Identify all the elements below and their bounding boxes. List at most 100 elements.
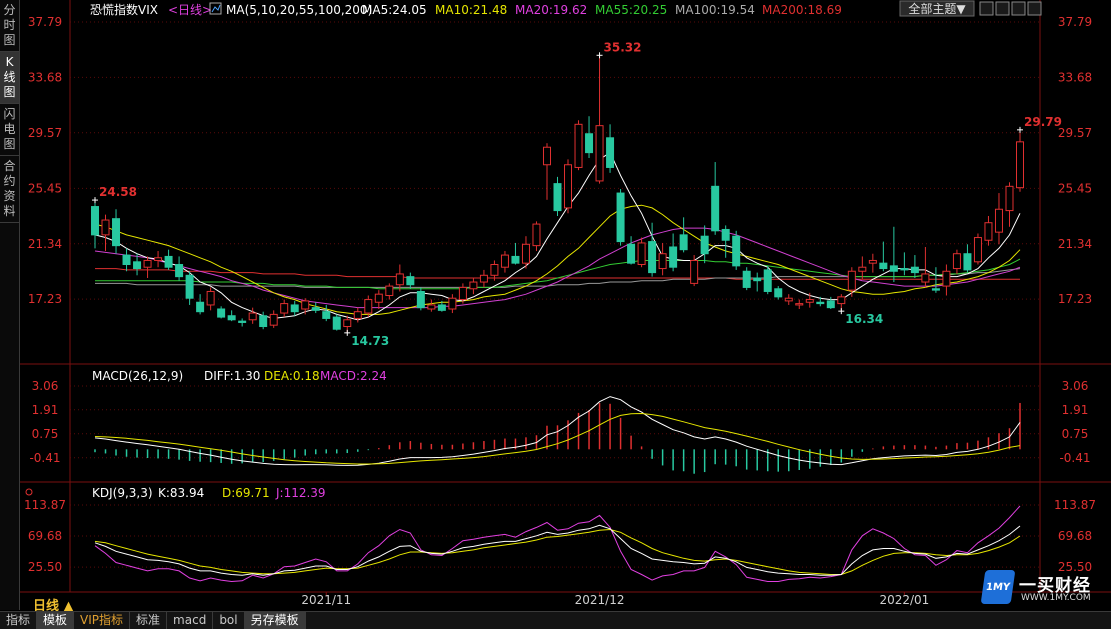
candle-body [154, 257, 163, 261]
candle-body [353, 311, 362, 319]
candle-body [795, 303, 804, 306]
candle-body [763, 269, 772, 292]
candle-body [259, 315, 268, 328]
sidebar-tab-2[interactable]: 闪电图 [0, 104, 19, 156]
candle-body [280, 303, 289, 314]
sidebar-tab-char: 图 [3, 85, 16, 99]
candle-body [448, 297, 457, 310]
candle-body [868, 259, 877, 264]
ma-value: MA200:18.69 [762, 3, 842, 17]
candle-body [837, 296, 846, 305]
kdj_j-line [94, 505, 1021, 583]
sidebar-tab-3[interactable]: 合约资料 [0, 156, 19, 223]
macd-diff: DIFF:1.30 [204, 369, 260, 383]
candle-body [574, 123, 583, 168]
bottom-tab-0[interactable]: 指标 [0, 612, 38, 629]
candle-body [406, 276, 415, 286]
candle-body [564, 164, 573, 209]
sidebar-tab-1[interactable]: K线图 [0, 52, 19, 104]
candle-body [690, 259, 699, 284]
low1-annotation: 14.73 [351, 334, 389, 348]
chart-canvas[interactable]: 37.79 37.79 33.68 33.68 29.57 29.57 25.45 25.45… [20, 0, 1111, 610]
candle-body [805, 299, 814, 303]
ma-value: MA55:20.25 [595, 3, 667, 17]
candle-body [469, 281, 478, 290]
candle-body [900, 268, 909, 271]
candle-body [164, 255, 173, 268]
candle-body [858, 266, 867, 272]
bottom-tab-3[interactable]: 标准 [130, 612, 168, 629]
candle-body [301, 300, 310, 310]
macd-tick-left: 3.06 [32, 379, 59, 393]
price-tick-right: 21.34 [1058, 237, 1092, 251]
kdj-d: D:69.71 [222, 486, 270, 500]
candle-body [774, 288, 783, 298]
candle-body [490, 264, 499, 276]
sidebar-tab-char: 分 [3, 3, 16, 17]
candle-body [942, 270, 951, 287]
candle-body [700, 235, 709, 255]
close-icon[interactable] [1027, 1, 1042, 16]
candle-body [458, 286, 467, 301]
candle-body [658, 253, 667, 270]
bottom-tab-4[interactable]: macd [167, 612, 214, 629]
candle-body [311, 307, 320, 311]
candle-body [364, 299, 373, 314]
candle-body [595, 125, 604, 182]
sidebar-tab-char: 约 [3, 174, 16, 188]
candle-body [122, 254, 131, 266]
kdj_d-line [94, 528, 1021, 575]
kdj-tick-left: 25.50 [28, 560, 62, 574]
sidebar-tab-0[interactable]: 分时图 [0, 0, 19, 52]
candle-body [112, 218, 121, 247]
kdj-k: K:83.94 [158, 486, 204, 500]
ma-value: MA20:19.62 [515, 3, 587, 17]
date-label: 2022/01 [879, 593, 929, 607]
theme-button-label: 全部主题▼ [908, 1, 966, 16]
macd-value: MACD:2.24 [320, 369, 387, 383]
candle-body [921, 273, 930, 283]
period-link[interactable]: <日线> [168, 3, 212, 17]
candle-body [238, 320, 247, 323]
date-label: 2021/12 [575, 593, 625, 607]
pin-icon[interactable] [995, 1, 1010, 16]
window-icon[interactable] [979, 1, 994, 16]
candle-body [627, 243, 636, 264]
macd-tick-right: 1.91 [1062, 403, 1089, 417]
high-annotation: 35.32 [604, 40, 642, 54]
sidebar-tab-char: 合 [3, 159, 16, 173]
bottom-tab-1[interactable]: 模板 [37, 612, 75, 629]
bottom-tab-5[interactable]: bol [213, 612, 245, 629]
ma-label: MA(5,10,20,55,100,200) [226, 3, 372, 17]
candle-body [637, 242, 646, 266]
sidebar-tab-char: 料 [3, 204, 16, 218]
candle-body [984, 222, 993, 241]
candle-body [343, 319, 352, 328]
candle-body [511, 255, 520, 264]
sidebar-tab-char: 时 [3, 18, 16, 32]
ma-value: MA10:21.48 [435, 3, 507, 17]
candle-body [973, 237, 982, 263]
candle-body [826, 300, 835, 309]
bottom-tab-6[interactable]: 另存模板 [244, 612, 306, 629]
ma-value: MA5:24.05 [362, 3, 427, 17]
candle-body [374, 293, 383, 303]
minimize-icon[interactable] [1011, 1, 1026, 16]
price-tick-right: 17.23 [1058, 292, 1092, 306]
candle-body [753, 277, 762, 282]
candle-body [669, 246, 678, 268]
candle-body [732, 235, 741, 267]
candle-body [332, 316, 341, 330]
candle-body [101, 219, 110, 236]
candle-body [889, 265, 898, 272]
candle-body [143, 259, 152, 268]
candle-body [679, 234, 688, 251]
macd-tick-left: -0.41 [29, 451, 60, 465]
bottom-tab-2[interactable]: VIP指标 [74, 612, 131, 629]
macd-label: MACD(26,12,9) [92, 369, 183, 383]
sidebar-tab-char: 闪 [3, 107, 16, 121]
candle-body [553, 183, 562, 212]
bottom-toolbar: 指标 模板 VIP指标 标准 macd bol 另存模板 [0, 611, 1111, 629]
macd-dea: DEA:0.18 [264, 369, 320, 383]
sidebar-tab-char: 资 [3, 189, 16, 203]
